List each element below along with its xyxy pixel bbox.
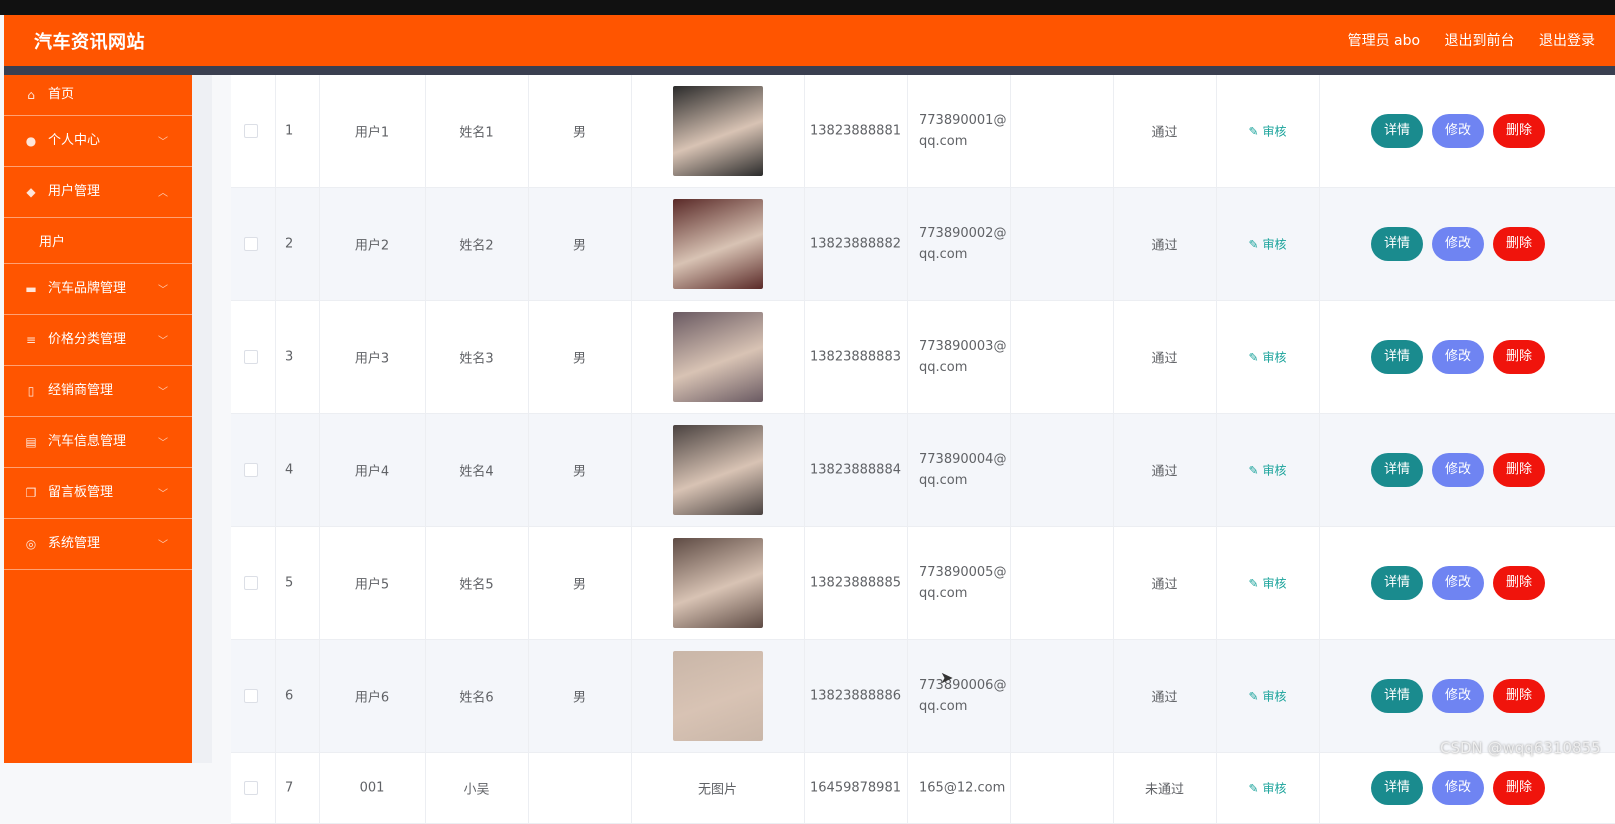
detail-button[interactable]: 详情 [1371, 679, 1423, 713]
chevron-down-icon: ﹀ [158, 336, 168, 347]
app-header: 汽车资讯网站 管理员 abo 退出到前台 退出登录 [4, 15, 1615, 66]
sidebar-subitem-label: 用户 [39, 235, 66, 250]
sidebar: ⌂ 首页 ● 个人中心 ﹀ ◆ 用户管理 ︿ 用户 ▬ 汽车品牌管理 ﹀ ≡ 价格分类管理 ﹀ ▯ 经销商管理 ﹀… [4, 75, 192, 763]
sidebar-item-label: 汽车品牌管理 [48, 281, 127, 296]
header-actions: 管理员 abo 退出到前台 退出登录 [1348, 30, 1615, 50]
table-row: 4 用户4 姓名4 男 13823888884 773890004@ qq.com 通过 ✎ 审… [231, 414, 1615, 527]
delete-button[interactable]: 删除 [1493, 679, 1545, 713]
table-row: 5 用户5 姓名5 男 13823888885 773890005@ qq.com 通过 ✎ 审… [231, 527, 1615, 640]
detail-button[interactable]: 详情 [1371, 114, 1423, 148]
detail-button[interactable]: 详情 [1371, 340, 1423, 374]
content-gutter [192, 75, 212, 763]
sidebar-item-label: 个人中心 [48, 133, 101, 148]
edit-button[interactable]: 修改 [1432, 453, 1484, 487]
mouse-cursor: ➤ [940, 668, 954, 687]
chevron-down-icon: ﹀ [158, 285, 168, 296]
row-actions: 详情 修改 删除 [231, 114, 1615, 148]
row-actions: 详情 修改 删除 [231, 453, 1615, 487]
detail-button[interactable]: 详情 [1371, 566, 1423, 600]
delete-button[interactable]: 删除 [1493, 566, 1545, 600]
table-row: 2 用户2 姓名2 男 13823888882 773890002@ qq.com 通过 ✎ 审… [231, 188, 1615, 301]
table-row: 7 001 小吴 无图片 16459878981 165@12.com 未通过 ✎ 审核 详情修… [231, 753, 1615, 824]
table-row: 1 用户1 姓名1 男 13823888881 773890001@ qq.com 通过 ✎ 审… [231, 75, 1615, 188]
sidebar-subitem-users[interactable]: 用户 [4, 218, 192, 264]
chevron-down-icon: ﹀ [158, 387, 168, 398]
edit-button[interactable]: 修改 [1432, 566, 1484, 600]
sidebar-item-5[interactable]: ▯ 经销商管理 ﹀ [4, 366, 192, 417]
sidebar-item-8[interactable]: ◎ 系统管理 ﹀ [4, 519, 192, 570]
delete-button[interactable]: 删除 [1493, 453, 1545, 487]
row-actions: 详情 修改 删除 [231, 227, 1615, 261]
sidebar-item-6[interactable]: ▤ 汽车信息管理 ﹀ [4, 417, 192, 468]
car-icon: ▬ [25, 282, 37, 296]
row-actions: 详情 修改 删除 [231, 566, 1615, 600]
compass-icon: ◎ [25, 537, 37, 551]
sidebar-item-label: 系统管理 [48, 536, 101, 551]
detail-button[interactable]: 详情 [1371, 227, 1423, 261]
sidebar-item-label: 用户管理 [48, 184, 101, 199]
delete-button[interactable]: 删除 [1493, 114, 1545, 148]
briefcase-icon: ▤ [25, 435, 37, 449]
edit-button[interactable]: 修改 [1432, 227, 1484, 261]
delete-button[interactable]: 删除 [1493, 227, 1545, 261]
chevron-down-icon: ﹀ [158, 438, 168, 449]
copy-icon: ❐ [25, 486, 37, 500]
delete-button[interactable]: 删除 [1493, 771, 1545, 805]
sidebar-item-2[interactable]: ◆ 用户管理 ︿ [4, 167, 192, 218]
sidebar-item-0[interactable]: ⌂ 首页 [4, 75, 192, 116]
site-title: 汽车资讯网站 [34, 32, 145, 53]
row-actions: 详情 修改 删除 [231, 679, 1615, 713]
edit-button[interactable]: 修改 [1432, 340, 1484, 374]
window-topbar [0, 0, 1615, 15]
shield-icon: ◆ [26, 185, 36, 199]
detail-button[interactable]: 详情 [1371, 771, 1423, 805]
sidebar-item-label: 首页 [48, 87, 75, 102]
sidebar-item-label: 汽车信息管理 [48, 434, 127, 449]
phone-icon: ▯ [27, 384, 35, 398]
detail-button[interactable]: 详情 [1371, 453, 1423, 487]
sidebar-item-4[interactable]: ≡ 价格分类管理 ﹀ [4, 315, 192, 366]
logout-link[interactable]: 退出登录 [1539, 33, 1595, 49]
row-actions: 详情 修改 删除 [231, 771, 1615, 805]
watermark: CSDN @wqq6310855 [1440, 739, 1601, 757]
chevron-up-icon: ︿ [158, 188, 168, 199]
chevron-down-icon: ﹀ [158, 489, 168, 500]
edit-button[interactable]: 修改 [1432, 114, 1484, 148]
sidebar-item-label: 价格分类管理 [48, 332, 127, 347]
table-row: 6 用户6 姓名6 男 13823888886 773890006@ qq.com 通过 ✎ 审… [231, 640, 1615, 753]
back-to-front-link[interactable]: 退出到前台 [1445, 33, 1515, 49]
sidebar-item-1[interactable]: ● 个人中心 ﹀ [4, 116, 192, 167]
sidebar-item-3[interactable]: ▬ 汽车品牌管理 ﹀ [4, 264, 192, 315]
sidebar-item-7[interactable]: ❐ 留言板管理 ﹀ [4, 468, 192, 519]
edit-button[interactable]: 修改 [1432, 679, 1484, 713]
user-icon: ● [25, 134, 37, 148]
list-icon: ≡ [25, 333, 37, 347]
delete-button[interactable]: 删除 [1493, 340, 1545, 374]
header-divider [4, 66, 1615, 75]
edit-button[interactable]: 修改 [1432, 771, 1484, 805]
home-icon: ⌂ [27, 88, 35, 102]
sidebar-item-label: 留言板管理 [48, 485, 114, 500]
chevron-down-icon: ﹀ [158, 540, 168, 551]
row-actions: 详情 修改 删除 [231, 340, 1615, 374]
user-table: 1 用户1 姓名1 男 13823888881 773890001@ qq.com 通过 ✎ 审… [231, 75, 1615, 824]
sidebar-item-label: 经销商管理 [48, 383, 114, 398]
chevron-down-icon: ﹀ [158, 137, 168, 148]
table-row: 3 用户3 姓名3 男 13823888883 773890003@ qq.com 通过 ✎ 审… [231, 301, 1615, 414]
admin-label: 管理员 abo [1347, 33, 1421, 49]
